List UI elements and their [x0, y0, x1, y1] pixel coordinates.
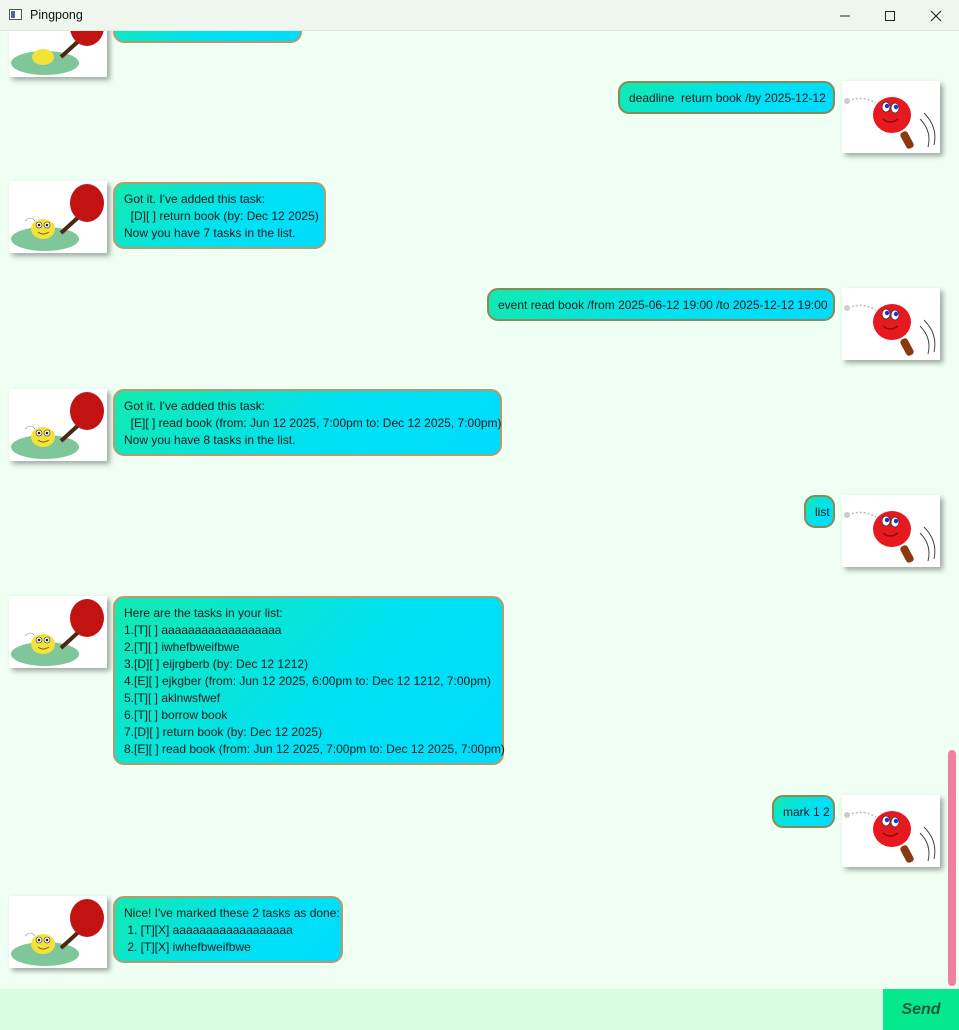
user-avatar [842, 795, 940, 867]
bot-avatar [9, 389, 107, 461]
minimize-icon [840, 15, 850, 16]
maximize-button[interactable] [867, 0, 913, 31]
pingpong-paddle-avatar [844, 304, 936, 356]
bot-message-bubble: Here are the tasks in your list: 1.[T][ … [113, 596, 505, 765]
window-title: Pingpong [30, 8, 83, 22]
title-bar: Pingpong [0, 0, 959, 31]
minimize-button[interactable] [822, 0, 868, 31]
bot-avatar [9, 596, 107, 668]
bot-message-bubble: Got it. I've added this task: [E][ ] rea… [113, 389, 502, 456]
user-message-bubble: event read book /from 2025-06-12 19:00 /… [487, 288, 835, 321]
frog-paddle-avatar [11, 184, 104, 251]
bot-message-bubble: Nice! I've marked these 2 tasks as done:… [113, 896, 343, 963]
message-input[interactable] [0, 989, 883, 1030]
chat-area[interactable]: deadline return book /by 2025-12-12 Got … [0, 31, 959, 989]
user-avatar [842, 495, 940, 567]
bot-avatar [9, 896, 107, 968]
frog-paddle-avatar [11, 392, 104, 459]
user-avatar [842, 288, 940, 360]
user-avatar [842, 81, 940, 153]
user-message-bubble: list [804, 495, 835, 528]
bot-avatar [9, 181, 107, 253]
close-button[interactable] [913, 0, 959, 31]
bot-avatar [9, 31, 107, 77]
pingpong-paddle-avatar [844, 811, 936, 863]
close-icon [930, 10, 942, 21]
chat-scrollbar[interactable] [948, 750, 956, 986]
frog-paddle-avatar [11, 31, 104, 75]
frog-paddle-avatar [11, 599, 104, 666]
user-message-bubble: deadline return book /by 2025-12-12 [618, 81, 835, 114]
bot-message-bubble: Got it. I've added this task: [D][ ] ret… [113, 182, 326, 249]
pingpong-paddle-avatar [844, 511, 936, 563]
maximize-icon [885, 10, 895, 21]
user-message-bubble: mark 1 2 [772, 795, 835, 828]
app-icon [9, 9, 22, 20]
frog-paddle-avatar [11, 899, 104, 966]
pingpong-paddle-avatar [844, 97, 936, 149]
bot-message-bubble [113, 31, 302, 43]
send-button[interactable]: Send [883, 989, 959, 1030]
